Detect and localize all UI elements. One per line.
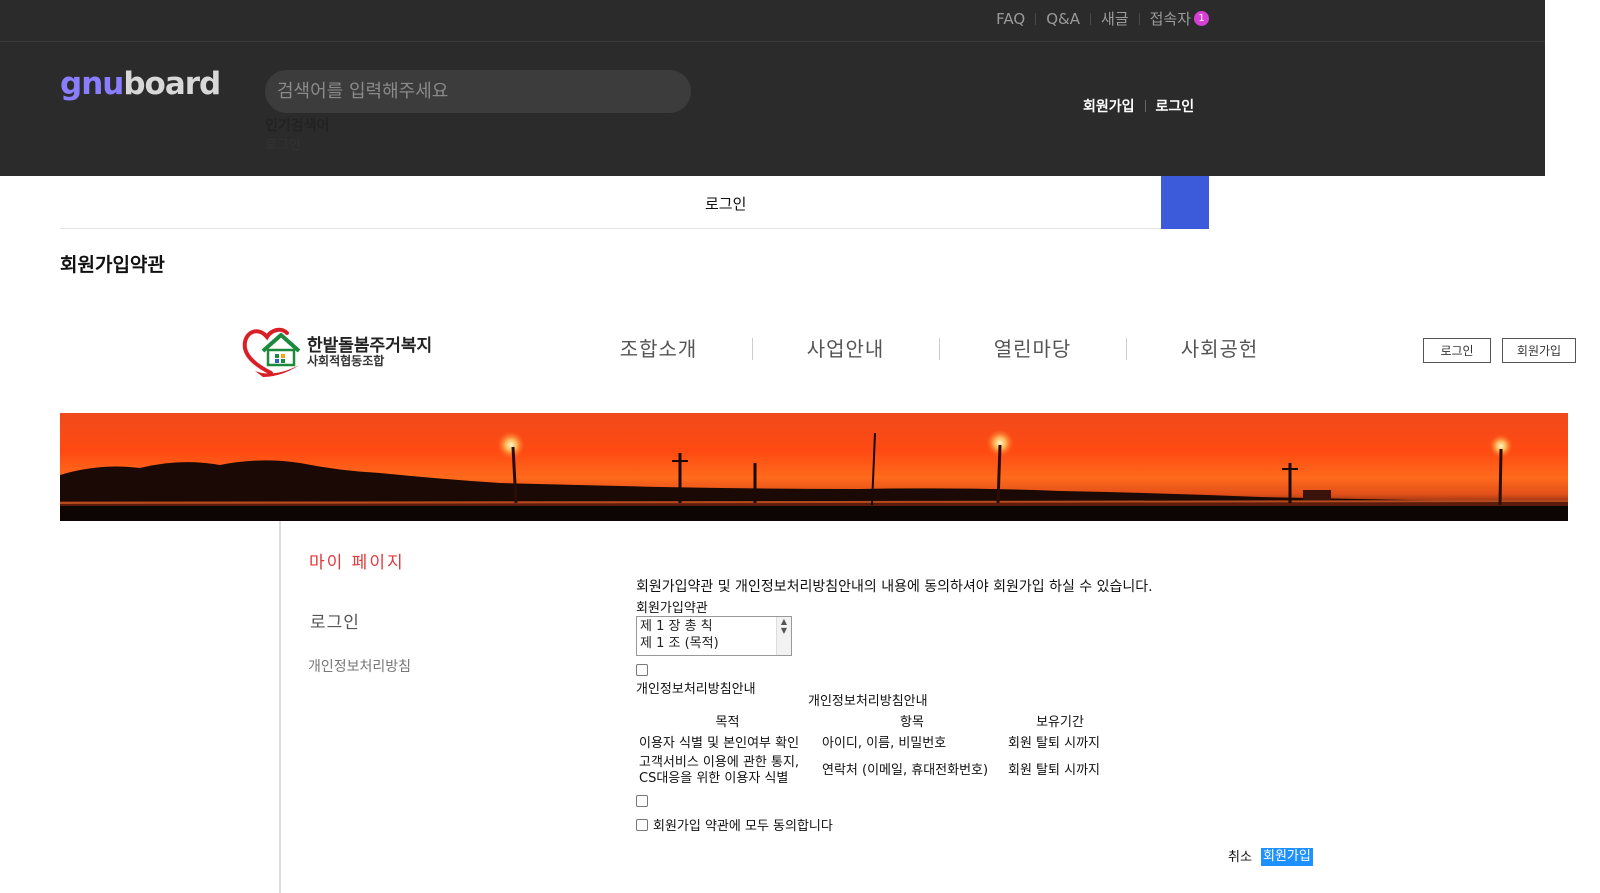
menu-item-about[interactable]: 조합소개 [565, 333, 752, 362]
main-menu: 조합소개 사업안내 열린마당 사회공헌 [565, 333, 1313, 362]
agree-all-label: 회원가입 약관에 모두 동의합니다 [653, 819, 833, 834]
search-box [265, 70, 691, 113]
terms-line: 제 1 조 (목적) [640, 636, 719, 651]
menu-item-business[interactable]: 사업안내 [752, 333, 939, 362]
scrollbar[interactable]: ▲ ▼ [776, 617, 791, 655]
top-nav-bar: FAQ Q&A 새글 접속자 1 [0, 0, 1545, 42]
table-header: 보유기간 [1036, 714, 1084, 730]
agreement-notice: 회원가입약관 및 개인정보처리방침안내의 내용에 동의하셔야 회원가입 하실 수… [636, 579, 1153, 595]
popular-search-label: 인기검색어 [265, 118, 330, 134]
agree-all-row[interactable]: 회원가입 약관에 모두 동의합니다 [636, 815, 833, 834]
sidebar-divider [279, 521, 281, 893]
register-submit-button[interactable]: 회원가입 [1261, 848, 1313, 866]
sidebar-item-login[interactable]: 로그인 [310, 608, 360, 633]
agree-privacy-checkbox[interactable] [636, 795, 648, 807]
agree-terms-checkbox[interactable] [636, 664, 648, 676]
sunset-banner-image [60, 413, 1568, 521]
privacy-table: 목적 항목 보유기간 이용자 식별 및 본인여부 확인 아이디, 이름, 비밀번… [636, 710, 1115, 790]
divider [1144, 100, 1146, 112]
table-row: 고객서비스 이용에 관한 통지, CS대응을 위한 이용자 식별 연락처 (이메일… [639, 755, 1100, 786]
table-header: 목적 [715, 714, 740, 730]
sidebar-item-privacy[interactable]: 개인정보처리방침 [308, 656, 411, 676]
logo-title: 한밭돌봄주거복지 [307, 335, 433, 356]
header-member-links: 회원가입 로그인 [1083, 96, 1194, 116]
cancel-link[interactable]: 취소 [1228, 846, 1252, 865]
visitors-link[interactable]: 접속자 1 [1129, 8, 1209, 29]
menu-item-open-forum[interactable]: 열린마당 [939, 333, 1126, 362]
gnb-title: 로그인 [705, 195, 747, 213]
register-agreement-form: 회원가입약관 및 개인정보처리방침안내의 내용에 동의하셔야 회원가입 하실 수… [636, 576, 1336, 834]
terms-line: 제 1 장 총 칙 [640, 619, 713, 634]
privacy-label: 개인정보처리방침안내 [636, 682, 756, 697]
header-login-link[interactable]: 로그인 [1156, 96, 1195, 116]
table-header: 항목 [900, 714, 924, 730]
site-join-button[interactable]: 회원가입 [1502, 338, 1576, 363]
agree-all-checkbox[interactable] [636, 818, 648, 831]
heart-house-logo-icon [242, 327, 301, 377]
header-join-link[interactable]: 회원가입 [1083, 96, 1135, 116]
visitor-count-badge: 1 [1194, 11, 1209, 26]
page-title: 회원가입약관 [60, 254, 165, 276]
site-login-button[interactable]: 로그인 [1423, 338, 1491, 363]
popular-search-item[interactable]: 로그인 [265, 134, 301, 153]
site-header: FAQ Q&A 새글 접속자 1 gnuboard 회원가입 로그인 [0, 0, 1545, 176]
gnuboard-logo[interactable]: gnuboard [60, 66, 221, 102]
new-posts-link[interactable]: 새글 [1080, 8, 1129, 29]
qna-link[interactable]: Q&A [1025, 10, 1080, 28]
sidebar-heading-mypage: 마이 페이지 [309, 553, 405, 573]
terms-textarea[interactable]: 제 1 장 총 칙 제 1 조 (목적) ▲ ▼ [636, 616, 792, 656]
terms-label: 회원가입약관 [636, 601, 708, 616]
site-logo[interactable]: 한밭돌봄주거복지 사회적협동조합 [241, 325, 432, 379]
gnb-bar: 로그인 [60, 176, 1209, 229]
privacy-table-caption: 개인정보처리방침안내 [808, 694, 928, 709]
logo-subtitle: 사회적협동조합 [307, 353, 385, 368]
menu-toggle-button[interactable] [1161, 176, 1209, 229]
top-nav-links: FAQ Q&A 새글 접속자 1 [996, 8, 1209, 29]
faq-link[interactable]: FAQ [996, 10, 1025, 28]
table-row: 이용자 식별 및 본인여부 확인 아이디, 이름, 비밀번호 회원 탈퇴 시까지 [639, 735, 1100, 751]
search-input[interactable] [265, 70, 691, 113]
menu-item-social-contribution[interactable]: 사회공헌 [1126, 333, 1313, 362]
